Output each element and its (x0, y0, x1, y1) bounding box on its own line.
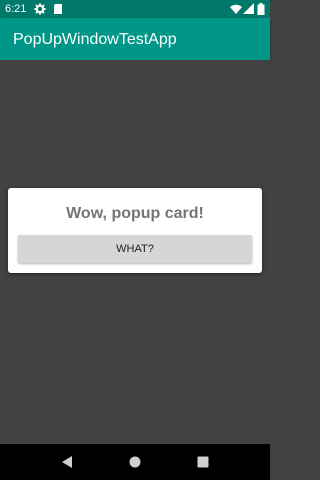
back-icon[interactable] (60, 455, 74, 469)
wifi-icon (230, 3, 242, 15)
signal-icon (243, 3, 255, 15)
popup-message: Wow, popup card! (66, 205, 204, 222)
app-title: PopUpWindowTestApp (13, 31, 177, 48)
status-time: 6:21 (5, 3, 27, 15)
popup-card: Wow, popup card! WHAT? (8, 188, 262, 273)
battery-icon (257, 3, 265, 15)
app-bar: PopUpWindowTestApp (0, 18, 270, 60)
recents-icon[interactable] (196, 455, 210, 469)
sd-card-icon (52, 3, 64, 15)
navigation-bar (0, 444, 270, 480)
status-bar: 6:21 (0, 0, 270, 18)
gear-icon (34, 3, 46, 15)
what-button[interactable]: WHAT? (18, 235, 252, 263)
home-icon[interactable] (128, 455, 142, 469)
